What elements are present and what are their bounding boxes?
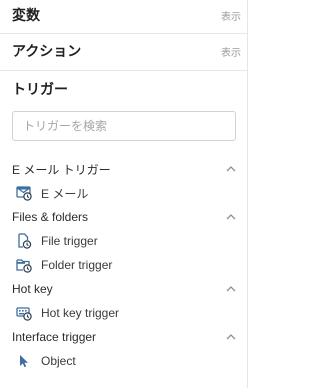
object-trigger-icon	[16, 353, 32, 369]
trigger-item-folder[interactable]: Folder trigger	[12, 254, 239, 276]
email-trigger-icon	[16, 185, 32, 201]
folder-trigger-icon	[16, 257, 32, 273]
divider	[0, 70, 247, 71]
group-title: Files & folders	[12, 210, 89, 224]
trigger-item-label: File trigger	[41, 234, 98, 248]
file-trigger-icon	[16, 233, 32, 249]
chevron-up-icon[interactable]	[225, 331, 237, 343]
actions-section-header[interactable]: アクション 表示	[0, 36, 247, 66]
trigger-item-object[interactable]: Object	[12, 350, 239, 372]
chevron-up-icon[interactable]	[225, 283, 237, 295]
variables-show-link[interactable]: 表示	[221, 8, 241, 23]
group-interface-trigger[interactable]: Interface trigger	[0, 326, 247, 348]
group-email-trigger[interactable]: E メール トリガー	[0, 158, 247, 180]
actions-show-link[interactable]: 表示	[221, 44, 241, 59]
trigger-item-label: Folder trigger	[41, 258, 113, 272]
group-title: E メール トリガー	[12, 162, 111, 177]
group-hot-key[interactable]: Hot key	[0, 278, 247, 300]
hotkey-trigger-icon	[16, 305, 32, 321]
divider	[0, 33, 247, 34]
trigger-search-input[interactable]	[12, 111, 236, 141]
triggers-section-header: トリガー	[0, 74, 247, 104]
chevron-up-icon[interactable]	[225, 211, 237, 223]
trigger-item-file[interactable]: File trigger	[12, 230, 239, 252]
chevron-up-icon[interactable]	[225, 163, 237, 175]
trigger-item-hotkey[interactable]: Hot key trigger	[12, 302, 239, 324]
group-title: Interface trigger	[12, 330, 97, 344]
variables-section-header[interactable]: 変数 表示	[0, 0, 247, 30]
triggers-panel: 変数 表示 アクション 表示 トリガー E メール トリガー E メール	[0, 0, 248, 388]
variables-section-title: 変数	[12, 7, 40, 23]
triggers-section-title: トリガー	[12, 81, 68, 97]
actions-section-title: アクション	[12, 43, 82, 59]
group-title: Hot key	[12, 282, 53, 296]
trigger-item-label: Object	[41, 354, 76, 368]
trigger-item-email[interactable]: E メール	[12, 182, 239, 204]
trigger-item-label: E メール	[41, 186, 89, 201]
group-files-folders[interactable]: Files & folders	[0, 206, 247, 228]
trigger-item-label: Hot key trigger	[41, 306, 120, 320]
